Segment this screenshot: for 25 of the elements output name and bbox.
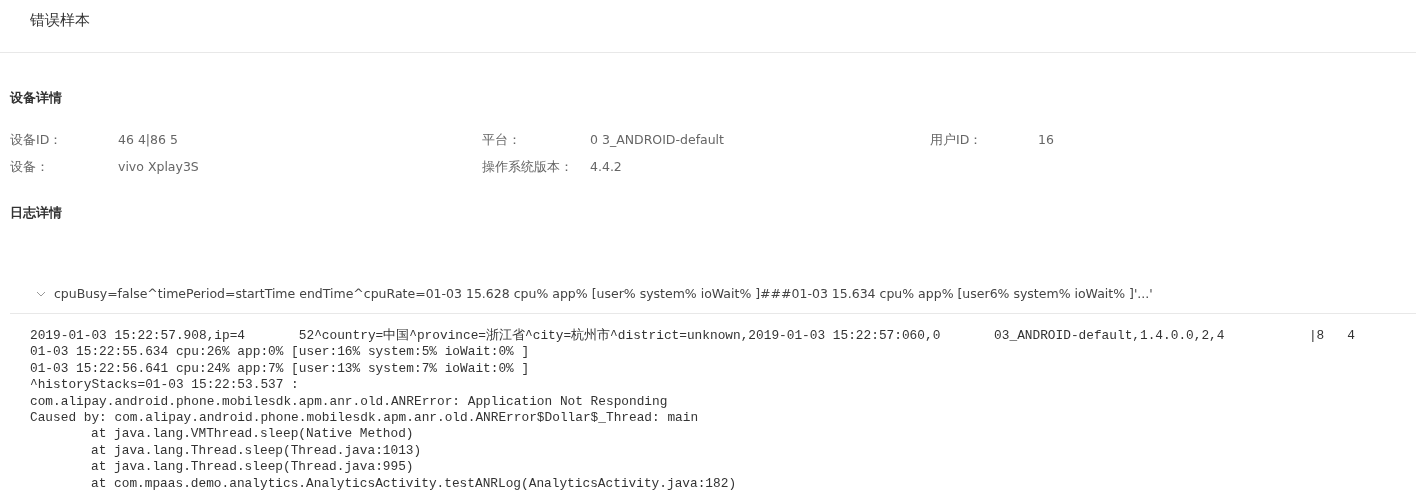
field-value: vivo Xplay3S (118, 159, 199, 176)
field-label: 用户ID： (930, 132, 984, 149)
log-line: ^historyStacks=01-03 15:22:53.537 : (30, 377, 300, 394)
field-value: 16 (1038, 132, 1054, 149)
log-line: Caused by: com.alipay.android.phone.mobilesdk.apm.anr.old.ANRError$Dollar$_Thread: main (30, 410, 700, 427)
field-value: 46 4|86 5 (118, 132, 178, 149)
log-line: at java.lang.Thread.sleep(Thread.java:995) (90, 459, 415, 476)
log-line: at com.mpaas.demo.analytics.AnalyticsActivity.testANRLog(AnalyticsActivity.java:182) (90, 475, 738, 493)
field-label: 平台： (482, 132, 522, 149)
log-line: com.alipay.android.phone.mobilesdk.apm.anr.old.ANRError: Application Not Responding (30, 393, 669, 411)
log-line: at java.lang.VMThread.sleep(Native Method) (90, 426, 415, 443)
section-title: 设备详情 (10, 89, 63, 107)
page-title: 错误样本 (30, 11, 90, 30)
field-label: 设备ID： (10, 132, 64, 149)
field-label: 设备： (10, 159, 50, 176)
field-label: 操作系统版本： (482, 159, 574, 176)
section-title: 日志详情 (10, 204, 63, 222)
log-summary-row[interactable]: cpuBusy=false^timePeriod=startTime endTime^cpuRate=01-03 15.628 cpu% app% [user% system% ioWait% ]###01-03 15.634 cpu% app% [user6% system% ioWait% ]'...' (10, 274, 1416, 314)
log-summary: cpuBusy=false^timePeriod=startTime endTime^cpuRate=01-03 15.628 cpu% app% [user% system% ioWait% ]###01-03 15.634 cpu% app% [user6% system% ioWait% ]'...' (54, 286, 1153, 301)
log-line: 2019-01-03 15:22:57.908,ip=4 52^country=中国^province=浙江省^city=杭州市^district=unknown,2019-01-03 15:22:57:060,0 03_ANDROID-default,1.4.0.0,2,4 |8 4 (30, 328, 1357, 345)
log-line: at java.lang.Thread.sleep(Thread.java:1013) (90, 442, 423, 460)
log-line: 01-03 15:22:56.641 cpu:24% app:7% [user:13% system:7% ioWait:0% ] (30, 360, 531, 378)
log-line: 01-03 15:22:55.634 cpu:26% app:0% [user:16% system:5% ioWait:0% ] (30, 344, 531, 361)
field-value: 4.4.2 (590, 159, 622, 176)
field-value: 0 3_ANDROID-default (590, 132, 724, 149)
